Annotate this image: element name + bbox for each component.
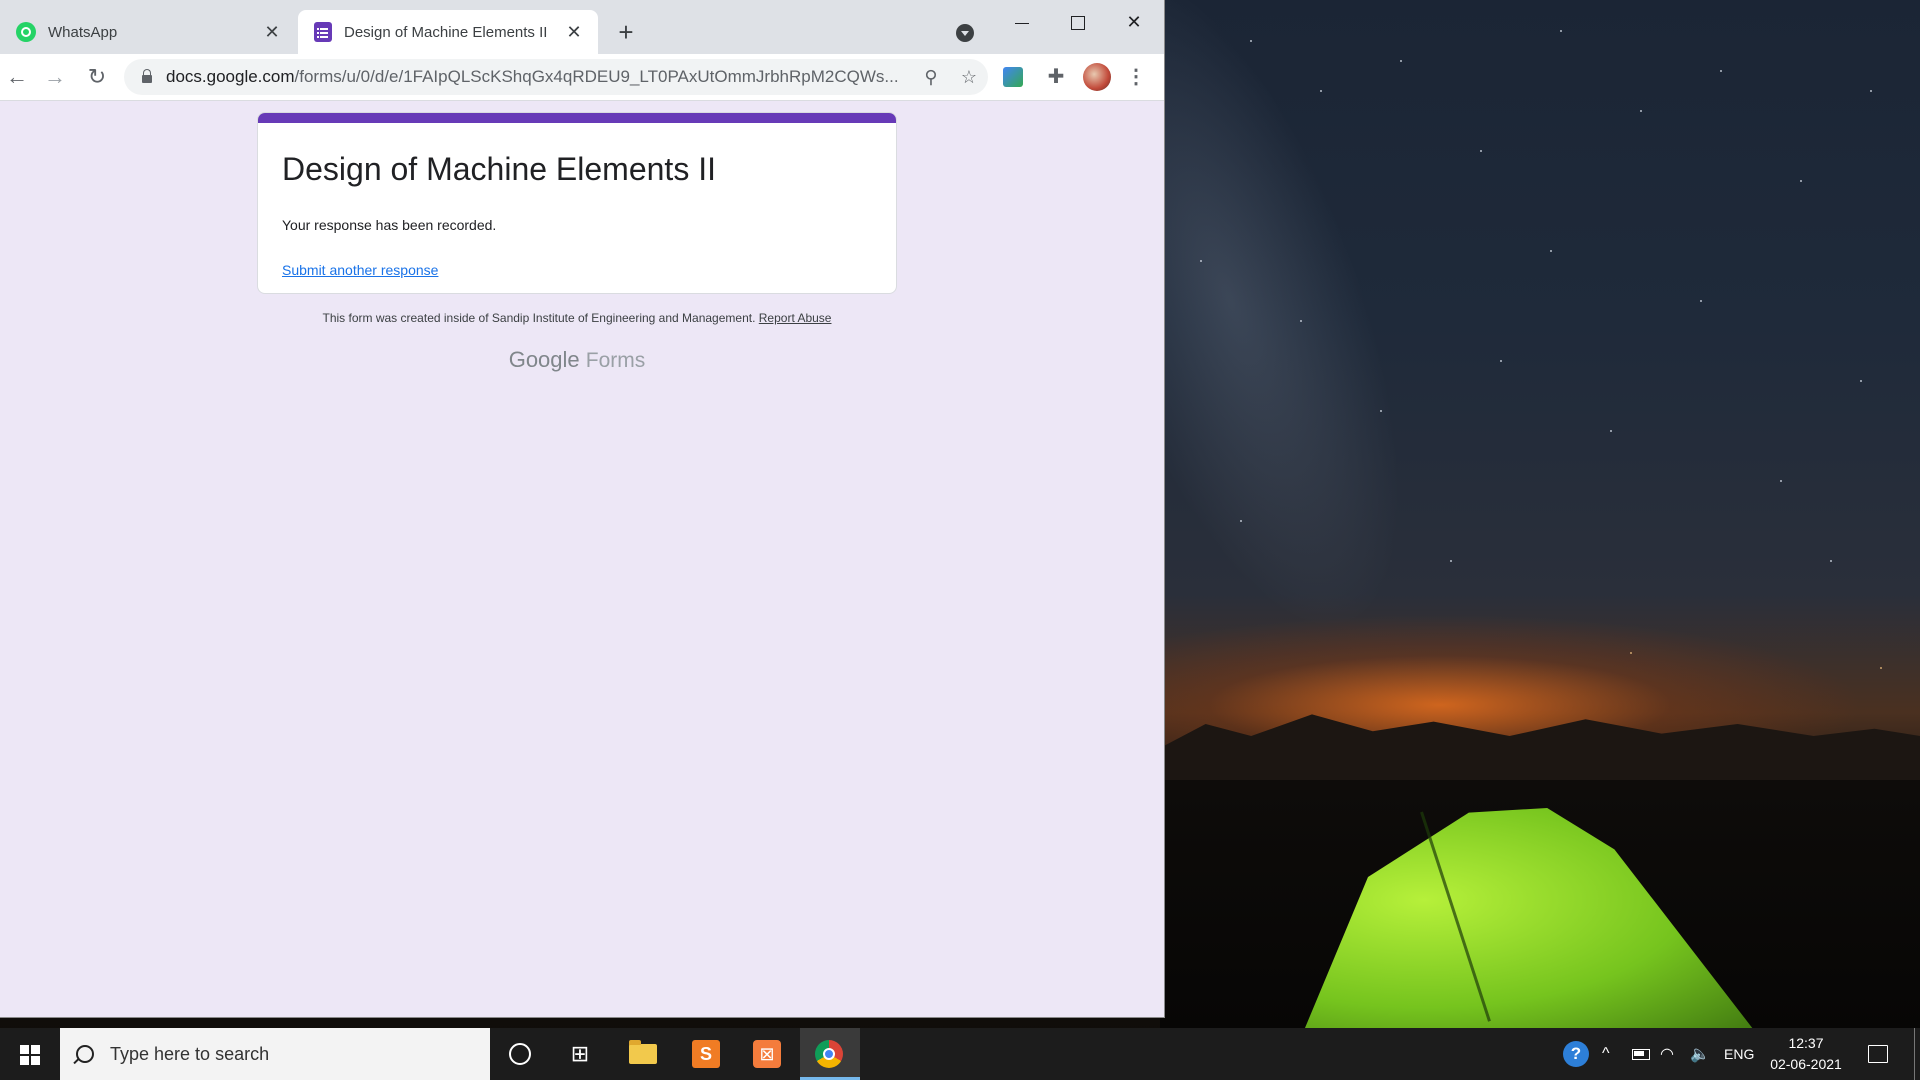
new-tab-button[interactable]: + — [612, 18, 640, 46]
close-tab-icon[interactable]: ✕ — [564, 22, 584, 42]
cortana-icon[interactable] — [502, 1036, 538, 1072]
form-title: Design of Machine Elements II — [282, 151, 716, 187]
chrome-window: WhatsApp ✕ Design of Machine Elements II… — [0, 0, 1164, 1017]
submit-another-response-link[interactable]: Submit another response — [282, 262, 438, 278]
footer-text: This form was created inside of Sandip I… — [322, 311, 756, 325]
profile-avatar[interactable] — [1083, 63, 1111, 91]
google-forms-icon — [314, 22, 332, 42]
task-view-icon[interactable]: ⊞ — [562, 1036, 598, 1072]
xampp-icon[interactable]: ⊠ — [749, 1036, 785, 1072]
report-abuse-link[interactable]: Report Abuse — [759, 311, 832, 325]
forward-icon[interactable]: → — [42, 64, 68, 90]
language-indicator[interactable]: ENG — [1724, 1028, 1754, 1080]
form-page: Design of Machine Elements II Your respo… — [0, 101, 1164, 1017]
wifi-icon[interactable]: ◠ — [1660, 1028, 1674, 1080]
whatsapp-icon — [16, 22, 36, 42]
windows-logo-icon — [20, 1045, 40, 1065]
reload-icon[interactable]: ↻ — [84, 64, 110, 90]
clock-date: 02-06-2021 — [1770, 1056, 1842, 1072]
tab-design-of-machine-elements[interactable]: Design of Machine Elements II ✕ — [298, 10, 598, 54]
tab-strip: WhatsApp ✕ Design of Machine Elements II… — [0, 0, 1164, 54]
zoom-icon[interactable]: ⚲ — [920, 66, 942, 88]
browser-toolbar: ← → ↻ docs.google.com/forms/u/0/d/e/1FAI… — [0, 54, 1164, 101]
back-icon[interactable]: ← — [4, 64, 30, 90]
tab-whatsapp[interactable]: WhatsApp ✕ — [0, 10, 296, 54]
action-center-icon[interactable] — [1868, 1028, 1888, 1080]
tab-label: WhatsApp — [48, 23, 118, 41]
search-placeholder: Type here to search — [110, 1043, 270, 1064]
confirmation-card: Design of Machine Elements II Your respo… — [257, 112, 897, 294]
confirmation-message: Your response has been recorded. — [282, 217, 497, 233]
clock-time: 12:37 — [1788, 1035, 1824, 1051]
extensions-puzzle-icon[interactable]: ✚ — [1044, 65, 1068, 89]
sublime-text-icon[interactable]: S — [688, 1036, 724, 1072]
bookmark-star-icon[interactable]: ☆ — [958, 66, 980, 88]
extension-icon[interactable] — [1003, 67, 1023, 87]
show-desktop-button[interactable] — [1914, 1028, 1915, 1080]
tab-label: Design of Machine Elements II — [344, 23, 548, 41]
minimize-button[interactable] — [1000, 8, 1044, 36]
form-footer-note: This form was created inside of Sandip I… — [257, 311, 897, 325]
google-forms-logo[interactable]: Google Forms — [257, 347, 897, 373]
help-icon[interactable]: ? — [1563, 1028, 1589, 1080]
file-explorer-icon[interactable] — [625, 1036, 661, 1072]
card-accent-bar — [258, 113, 896, 123]
taskbar-search-box[interactable]: Type here to search — [60, 1028, 490, 1080]
chrome-icon[interactable] — [811, 1036, 847, 1072]
show-hidden-icons-chevron-icon[interactable]: ^ — [1602, 1028, 1610, 1080]
lock-icon[interactable] — [142, 69, 152, 83]
chrome-menu-icon[interactable]: ⋮ — [1124, 65, 1148, 89]
close-tab-icon[interactable]: ✕ — [262, 22, 282, 42]
maximize-button[interactable] — [1056, 8, 1100, 36]
address-bar[interactable]: docs.google.com/forms/u/0/d/e/1FAIpQLScK… — [124, 59, 988, 95]
start-button[interactable] — [0, 1028, 60, 1080]
close-window-button[interactable]: ✕ — [1112, 8, 1156, 36]
volume-icon[interactable]: 🔈 — [1690, 1028, 1710, 1080]
system-clock[interactable]: 12:37 02-06-2021 — [1766, 1033, 1846, 1075]
search-icon — [76, 1045, 94, 1063]
url-text[interactable]: docs.google.com/forms/u/0/d/e/1FAIpQLScK… — [166, 67, 912, 87]
tab-search-icon[interactable] — [956, 24, 974, 42]
battery-icon[interactable] — [1632, 1028, 1650, 1080]
windows-taskbar: Type here to search ⊞ S ⊠ ? ^ ◠ 🔈 ENG 12… — [0, 1028, 1920, 1080]
